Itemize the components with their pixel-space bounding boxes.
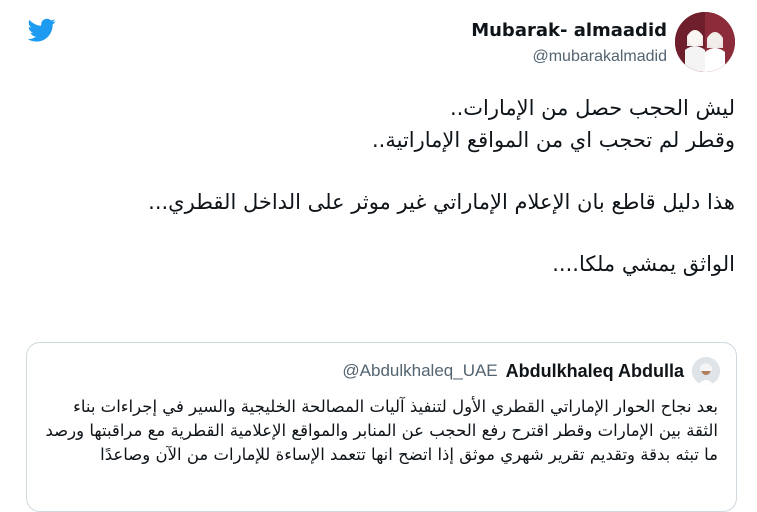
quoted-display-name[interactable]: Abdulkhaleq Abdulla — [506, 361, 684, 382]
quoted-tweet-header: Abdulkhaleq Abdulla @Abdulkhaleq_UAE — [342, 357, 720, 385]
twitter-bird-icon[interactable] — [26, 16, 58, 44]
quoted-avatar[interactable] — [692, 357, 720, 385]
tweet-line-2: وقطر لم تحجب اي من المواقع الإماراتية.. — [372, 128, 735, 152]
quoted-tweet-text: بعد نجاح الحوار الإماراتي القطري الأول ل… — [45, 397, 718, 464]
tweet-line-4: الواثق يمشي ملكا.... — [552, 252, 735, 276]
tweet-line-3: هذا دليل قاطع بان الإعلام الإماراتي غير … — [148, 190, 735, 214]
author-handle[interactable]: @mubarakalmadid — [471, 47, 667, 67]
tweet-text: ليش الحجب حصل من الإمارات.. وقطر لم تحجب… — [25, 92, 735, 280]
avatar[interactable] — [675, 12, 735, 72]
avatar-image — [675, 12, 735, 72]
quoted-handle[interactable]: @Abdulkhaleq_UAE — [342, 361, 497, 381]
author-info[interactable]: Mubarak- almaadid @mubarakalmadid — [471, 20, 667, 67]
tweet-line-1: ليش الحجب حصل من الإمارات.. — [449, 96, 735, 120]
author-display-name[interactable]: Mubarak- almaadid — [471, 20, 667, 42]
quoted-avatar-image — [692, 357, 720, 385]
quoted-tweet[interactable]: Abdulkhaleq Abdulla @Abdulkhaleq_UAE بعد… — [26, 342, 737, 512]
